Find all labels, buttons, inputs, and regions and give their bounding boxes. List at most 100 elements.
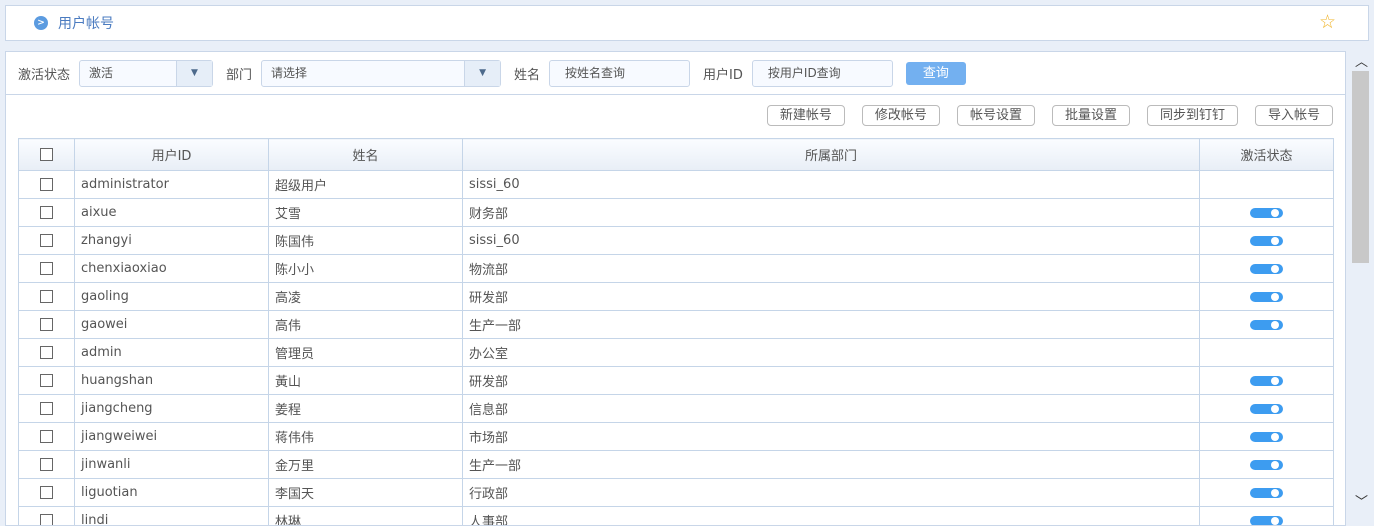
active-toggle[interactable] (1250, 516, 1283, 526)
action-toolbar: 新建帐号 修改帐号 帐号设置 批量设置 同步到钉钉 导入帐号 (767, 105, 1333, 126)
cell-status (1200, 227, 1334, 255)
dept-select-value: 请选择 (262, 61, 464, 86)
table-header: 用户ID 姓名 所属部门 激活状态 (19, 139, 1334, 171)
active-toggle[interactable] (1250, 208, 1283, 218)
active-toggle[interactable] (1250, 460, 1283, 470)
cell-status (1200, 479, 1334, 507)
account-settings-button[interactable]: 帐号设置 (957, 105, 1035, 126)
table-row[interactable]: jiangcheng 姜程 信息部 (19, 395, 1334, 423)
dept-select[interactable]: 请选择 ▼ (261, 60, 501, 87)
cell-dept: 财务部 (463, 199, 1200, 227)
select-all-checkbox[interactable] (19, 139, 75, 171)
cell-dept: 办公室 (463, 339, 1200, 367)
column-header-userid[interactable]: 用户ID (75, 139, 269, 171)
active-toggle[interactable] (1250, 264, 1283, 274)
row-checkbox[interactable] (19, 283, 75, 311)
active-toggle[interactable] (1250, 432, 1283, 442)
row-checkbox[interactable] (19, 507, 75, 526)
caret-down-icon[interactable]: ▼ (464, 61, 500, 86)
column-header-dept[interactable]: 所属部门 (463, 139, 1200, 171)
active-toggle[interactable] (1250, 376, 1283, 386)
active-toggle[interactable] (1250, 292, 1283, 302)
scroll-down-icon[interactable]: ﹀ (1349, 491, 1374, 510)
row-checkbox[interactable] (19, 227, 75, 255)
scrollbar-thumb[interactable] (1352, 71, 1369, 263)
status-select[interactable]: 激活 ▼ (79, 60, 213, 87)
row-checkbox[interactable] (19, 451, 75, 479)
cell-userid: chenxiaoxiao (75, 255, 269, 283)
row-checkbox[interactable] (19, 311, 75, 339)
cell-dept: 信息部 (463, 395, 1200, 423)
active-toggle[interactable] (1250, 488, 1283, 498)
page-title: 用户帐号 (58, 13, 114, 33)
row-checkbox[interactable] (19, 423, 75, 451)
status-filter-label: 激活状态 (18, 64, 70, 83)
breadcrumb-bar: > 用户帐号 ☆ (5, 5, 1369, 41)
query-button[interactable]: 查询 (906, 62, 966, 85)
cell-dept: 生产一部 (463, 451, 1200, 479)
table-row[interactable]: admin 管理员 办公室 (19, 339, 1334, 367)
row-checkbox[interactable] (19, 255, 75, 283)
cell-status (1200, 395, 1334, 423)
cell-userid: liguotian (75, 479, 269, 507)
cell-name: 金万里 (269, 451, 463, 479)
cell-name: 高伟 (269, 311, 463, 339)
cell-dept: sissi_60 (463, 171, 1200, 199)
cell-userid: admin (75, 339, 269, 367)
table-row[interactable]: chenxiaoxiao 陈小小 物流部 (19, 255, 1334, 283)
table-row[interactable]: jinwanli 金万里 生产一部 (19, 451, 1334, 479)
cell-dept: 人事部 (463, 507, 1200, 526)
cell-status (1200, 367, 1334, 395)
cell-name: 管理员 (269, 339, 463, 367)
cell-userid: gaowei (75, 311, 269, 339)
active-toggle[interactable] (1250, 236, 1283, 246)
table-row[interactable]: gaoling 高凌 研发部 (19, 283, 1334, 311)
cell-name: 李国天 (269, 479, 463, 507)
table-row[interactable]: liguotian 李国天 行政部 (19, 479, 1334, 507)
cell-status (1200, 171, 1334, 199)
cell-name: 超级用户 (269, 171, 463, 199)
cell-name: 艾雪 (269, 199, 463, 227)
row-checkbox[interactable] (19, 367, 75, 395)
table-row[interactable]: aixue 艾雪 财务部 (19, 199, 1334, 227)
cell-status (1200, 339, 1334, 367)
row-checkbox[interactable] (19, 339, 75, 367)
edit-account-button[interactable]: 修改帐号 (862, 105, 940, 126)
table-row[interactable]: jiangweiwei 蒋伟伟 市场部 (19, 423, 1334, 451)
cell-status (1200, 423, 1334, 451)
vertical-scrollbar[interactable]: ︿ ﹀ (1349, 51, 1374, 520)
cell-status (1200, 199, 1334, 227)
row-checkbox[interactable] (19, 395, 75, 423)
batch-settings-button[interactable]: 批量设置 (1052, 105, 1130, 126)
cell-userid: zhangyi (75, 227, 269, 255)
cell-userid: jiangcheng (75, 395, 269, 423)
caret-down-icon[interactable]: ▼ (176, 61, 212, 86)
column-header-status[interactable]: 激活状态 (1200, 139, 1334, 171)
table-row[interactable]: zhangyi 陈国伟 sissi_60 (19, 227, 1334, 255)
cell-userid: gaoling (75, 283, 269, 311)
row-checkbox[interactable] (19, 479, 75, 507)
cell-userid: lindi (75, 507, 269, 526)
active-toggle[interactable] (1250, 320, 1283, 330)
star-icon[interactable]: ☆ (1319, 11, 1336, 33)
active-toggle[interactable] (1250, 404, 1283, 414)
table-row[interactable]: huangshan 黃山 研发部 (19, 367, 1334, 395)
name-filter-label: 姓名 (514, 64, 540, 83)
userid-search-input[interactable]: 按用户ID查询 (752, 60, 893, 87)
cell-status (1200, 451, 1334, 479)
table-row[interactable]: lindi 林琳 人事部 (19, 507, 1334, 526)
row-checkbox[interactable] (19, 171, 75, 199)
scroll-up-icon[interactable]: ︿ (1349, 51, 1374, 70)
cell-userid: jinwanli (75, 451, 269, 479)
table-row[interactable]: gaowei 高伟 生产一部 (19, 311, 1334, 339)
cell-userid: jiangweiwei (75, 423, 269, 451)
column-header-name[interactable]: 姓名 (269, 139, 463, 171)
sync-dingtalk-button[interactable]: 同步到钉钉 (1147, 105, 1238, 126)
name-search-input[interactable]: 按姓名查询 (549, 60, 690, 87)
new-account-button[interactable]: 新建帐号 (767, 105, 845, 126)
table-row[interactable]: administrator 超级用户 sissi_60 (19, 171, 1334, 199)
import-account-button[interactable]: 导入帐号 (1255, 105, 1333, 126)
status-select-value: 激活 (80, 61, 176, 86)
cell-name: 蒋伟伟 (269, 423, 463, 451)
row-checkbox[interactable] (19, 199, 75, 227)
